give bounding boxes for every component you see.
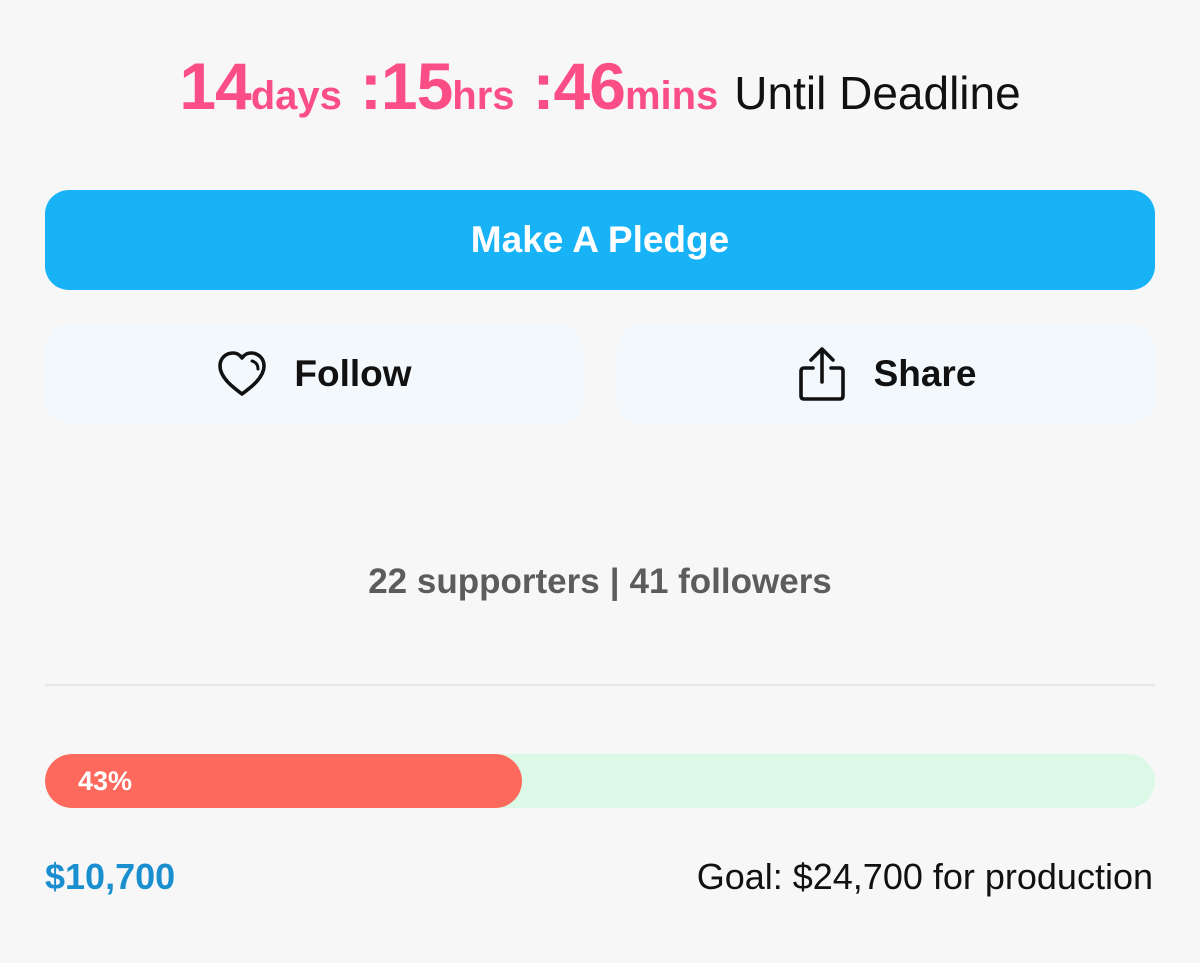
followers-count: 41 followers <box>629 562 832 601</box>
countdown-label: Until Deadline <box>734 67 1021 119</box>
supporters-followers-stats: 22 supporters | 41 followers <box>0 562 1200 602</box>
deadline-countdown: 14 days :15 hrs :46 mins Until Deadline <box>0 48 1200 124</box>
countdown-hours-unit: hrs <box>452 74 515 118</box>
follow-button[interactable]: Follow <box>45 324 583 424</box>
stats-separator: | <box>609 562 620 601</box>
funding-progress-bar: 43% <box>45 754 1155 808</box>
countdown-days-unit: days <box>250 74 342 118</box>
share-button[interactable]: Share <box>617 324 1155 424</box>
share-button-label: Share <box>873 353 977 394</box>
share-icon <box>796 346 848 402</box>
funding-progress-fill: 43% <box>45 754 523 808</box>
funding-percent-label: 43% <box>78 765 133 796</box>
countdown-hours-value: :15 <box>359 49 453 123</box>
follow-button-label: Follow <box>294 353 412 394</box>
countdown-mins-value: :46 <box>532 49 626 123</box>
divider <box>45 684 1155 686</box>
countdown-days-value: 14 <box>179 49 251 123</box>
countdown-mins-unit: mins <box>624 74 719 118</box>
project-funding-panel: 14 days :15 hrs :46 mins Until Deadline … <box>0 0 1200 963</box>
heart-icon <box>216 350 268 398</box>
amount-raised: $10,700 <box>45 856 176 897</box>
supporters-count: 22 supporters <box>368 562 600 601</box>
make-a-pledge-button[interactable]: Make A Pledge <box>45 190 1155 290</box>
funding-goal: Goal: $24,700 for production <box>696 856 1153 897</box>
